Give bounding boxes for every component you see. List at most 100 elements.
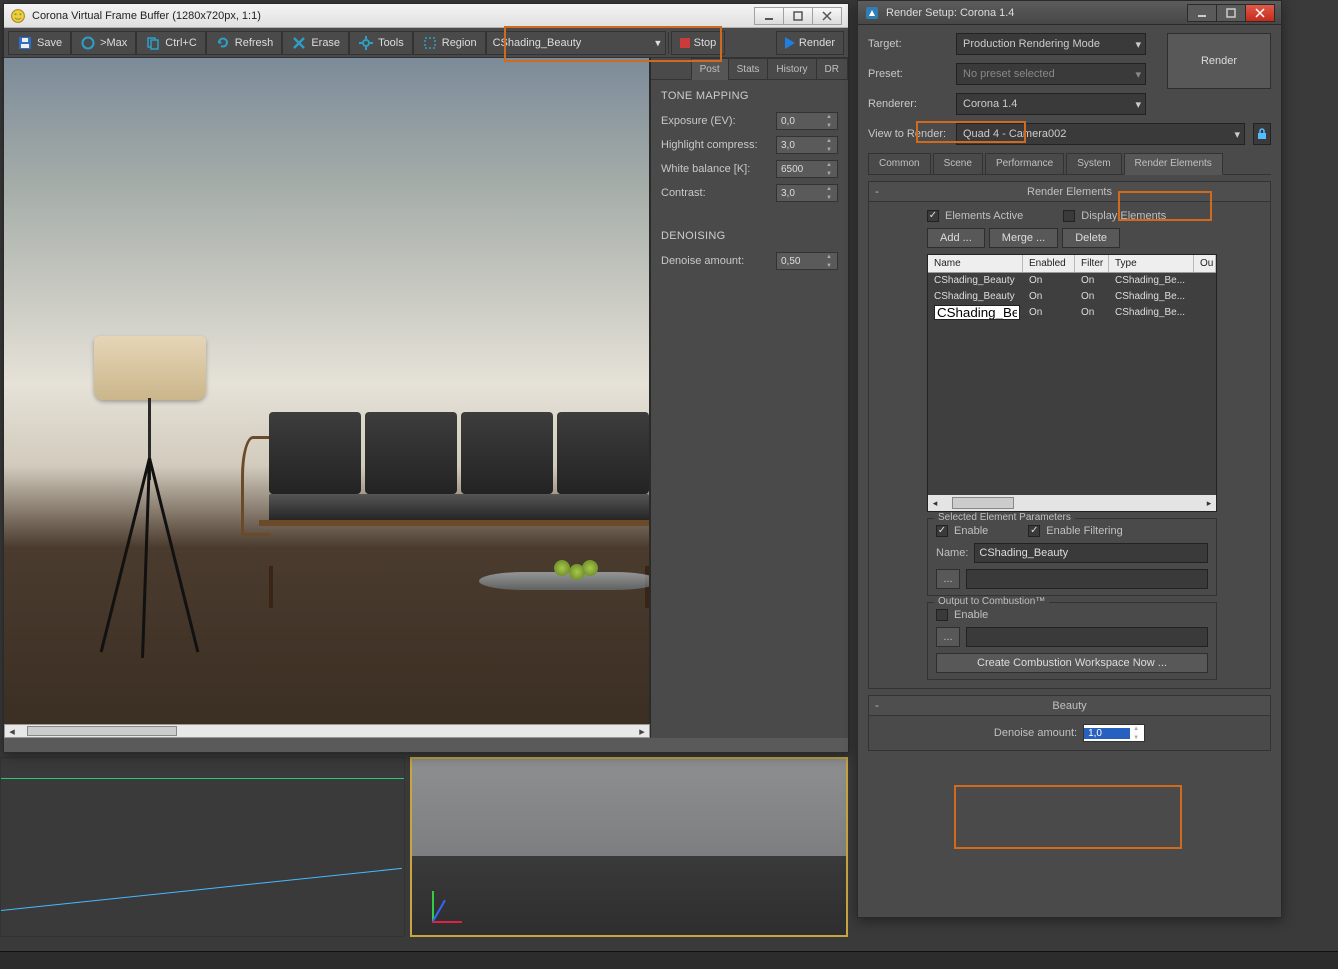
merge-button[interactable]: Merge ... [989, 228, 1058, 248]
scroll-right-icon[interactable]: ▸ [635, 725, 649, 737]
contrast-input[interactable] [777, 188, 823, 199]
erase-button[interactable]: Erase [282, 31, 349, 55]
target-value: Production Rendering Mode [963, 38, 1100, 50]
tools-button[interactable]: Tools [349, 31, 413, 55]
target-select[interactable]: Production Rendering Mode ▾ [956, 33, 1146, 55]
delete-button[interactable]: Delete [1062, 228, 1120, 248]
up-icon[interactable]: ▲ [823, 112, 835, 121]
create-combustion-button[interactable]: Create Combustion Workspace Now ... [936, 653, 1208, 673]
h-scrollbar[interactable]: ◂ ▸ [4, 724, 650, 738]
table-row[interactable]: OnOnCShading_Be... [928, 305, 1216, 321]
display-elements-checkbox[interactable]: Display Elements [1063, 210, 1166, 222]
timeline[interactable] [0, 951, 1338, 969]
table-row[interactable]: CShading_BeautyOnOnCShading_Be... [928, 289, 1216, 305]
tab-history[interactable]: History [767, 58, 816, 80]
contrast-spinner[interactable]: ▲▼ [776, 184, 838, 202]
combustion-path-input[interactable] [966, 627, 1208, 647]
tab-dr[interactable]: DR [816, 58, 848, 80]
maximize-button[interactable] [783, 7, 813, 25]
th-name[interactable]: Name [928, 255, 1023, 272]
save-button[interactable]: Save [8, 31, 71, 55]
table-row[interactable]: CShading_BeautyOnOnCShading_Be... [928, 273, 1216, 289]
combustion-enable-checkbox[interactable]: Enable [936, 609, 1208, 621]
enable-filtering-checkbox[interactable]: Enable Filtering [1028, 525, 1122, 537]
beauty-title: Beauty [869, 700, 1270, 712]
copy-button[interactable]: Ctrl+C [136, 31, 205, 55]
elements-table[interactable]: Name Enabled Filter Type Ou CShading_Bea… [927, 254, 1217, 512]
elem-name-label: Name: [936, 547, 968, 559]
beauty-denoise-spinner[interactable]: ▲▼ [1083, 724, 1145, 742]
chevron-down-icon: ▾ [1135, 38, 1141, 51]
preset-select[interactable]: No preset selected▾ [956, 63, 1146, 85]
elem-path-input[interactable] [966, 569, 1208, 589]
row-name-edit[interactable] [934, 305, 1020, 320]
th-type[interactable]: Type [1109, 255, 1194, 272]
add-button[interactable]: Add ... [927, 228, 985, 248]
scroll-left-icon[interactable]: ◂ [5, 725, 19, 737]
wb-input[interactable] [777, 164, 823, 175]
big-render-button[interactable]: Render [1167, 33, 1271, 89]
vfb-window: Corona Virtual Frame Buffer (1280x720px,… [3, 3, 849, 753]
denoise-amount-label: Denoise amount: [661, 255, 776, 267]
elements-active-label: Elements Active [945, 210, 1023, 222]
erase-icon [291, 35, 307, 51]
down-icon[interactable]: ▼ [823, 121, 835, 130]
lock-button[interactable] [1253, 123, 1271, 145]
th-output[interactable]: Ou [1194, 255, 1216, 272]
render-button[interactable]: Render [776, 31, 844, 55]
maximize-button[interactable] [1216, 4, 1246, 22]
tab-stats[interactable]: Stats [728, 58, 769, 80]
enable-label: Enable [954, 525, 988, 537]
elements-active-checkbox[interactable]: Elements Active [927, 210, 1023, 222]
view-select[interactable]: Quad 4 - Camera002▾ [956, 123, 1245, 145]
tab-post[interactable]: Post [691, 58, 729, 80]
denoise-header: DENOISING [661, 230, 838, 242]
tonemap-header: TONE MAPPING [661, 90, 838, 102]
scroll-thumb[interactable] [952, 497, 1014, 509]
tab-system[interactable]: System [1066, 153, 1121, 175]
renderer-select[interactable]: Corona 1.4▾ [956, 93, 1146, 115]
elem-name-input[interactable] [974, 543, 1208, 563]
rs-titlebar[interactable]: Render Setup: Corona 1.4 [858, 1, 1281, 25]
tab-common[interactable]: Common [868, 153, 931, 175]
close-button[interactable] [1245, 4, 1275, 22]
denoise-input[interactable] [777, 256, 823, 267]
table-hscroll[interactable]: ◂ ▸ [928, 495, 1216, 511]
rollout-toggle[interactable]: - [869, 186, 885, 198]
viewport-right-active[interactable] [410, 757, 848, 937]
minimize-button[interactable] [754, 7, 784, 25]
tab-performance[interactable]: Performance [985, 153, 1064, 175]
vfb-titlebar[interactable]: Corona Virtual Frame Buffer (1280x720px,… [4, 4, 848, 28]
th-filter[interactable]: Filter [1075, 255, 1109, 272]
tomax-icon [80, 35, 96, 51]
refresh-button[interactable]: Refresh [206, 31, 283, 55]
tab-scene[interactable]: Scene [933, 153, 983, 175]
scroll-left-icon[interactable]: ◂ [928, 496, 942, 510]
denoise-spinner[interactable]: ▲▼ [776, 252, 838, 270]
rollout-toggle[interactable]: - [869, 700, 885, 712]
region-button[interactable]: Region [413, 31, 486, 55]
exposure-input[interactable] [777, 116, 823, 127]
rollout-beauty: -Beauty Denoise amount: ▲▼ [868, 695, 1271, 751]
exposure-spinner[interactable]: ▲▼ [776, 112, 838, 130]
tomax-button[interactable]: >Max [71, 31, 136, 55]
combustion-browse-button[interactable]: ... [936, 627, 960, 647]
highlight-spinner[interactable]: ▲▼ [776, 136, 838, 154]
th-enabled[interactable]: Enabled [1023, 255, 1075, 272]
view-value: Quad 4 - Camera002 [963, 128, 1066, 140]
channel-dropdown[interactable]: CShading_Beauty▾ [486, 31, 666, 55]
enable-checkbox[interactable]: Enable [936, 525, 988, 537]
stop-button[interactable]: Stop [671, 31, 726, 55]
dots-label: ... [943, 573, 952, 585]
lock-icon [1257, 128, 1267, 140]
browse-button[interactable]: ... [936, 569, 960, 589]
highlight-input[interactable] [777, 140, 823, 151]
minimize-button[interactable] [1187, 4, 1217, 22]
wb-spinner[interactable]: ▲▼ [776, 160, 838, 178]
beauty-denoise-input[interactable] [1084, 728, 1130, 739]
tab-render-elements[interactable]: Render Elements [1124, 153, 1223, 175]
scroll-thumb[interactable] [27, 726, 177, 736]
scroll-right-icon[interactable]: ▸ [1202, 496, 1216, 510]
render-viewport[interactable]: ◂ ▸ [4, 58, 650, 738]
close-button[interactable] [812, 7, 842, 25]
